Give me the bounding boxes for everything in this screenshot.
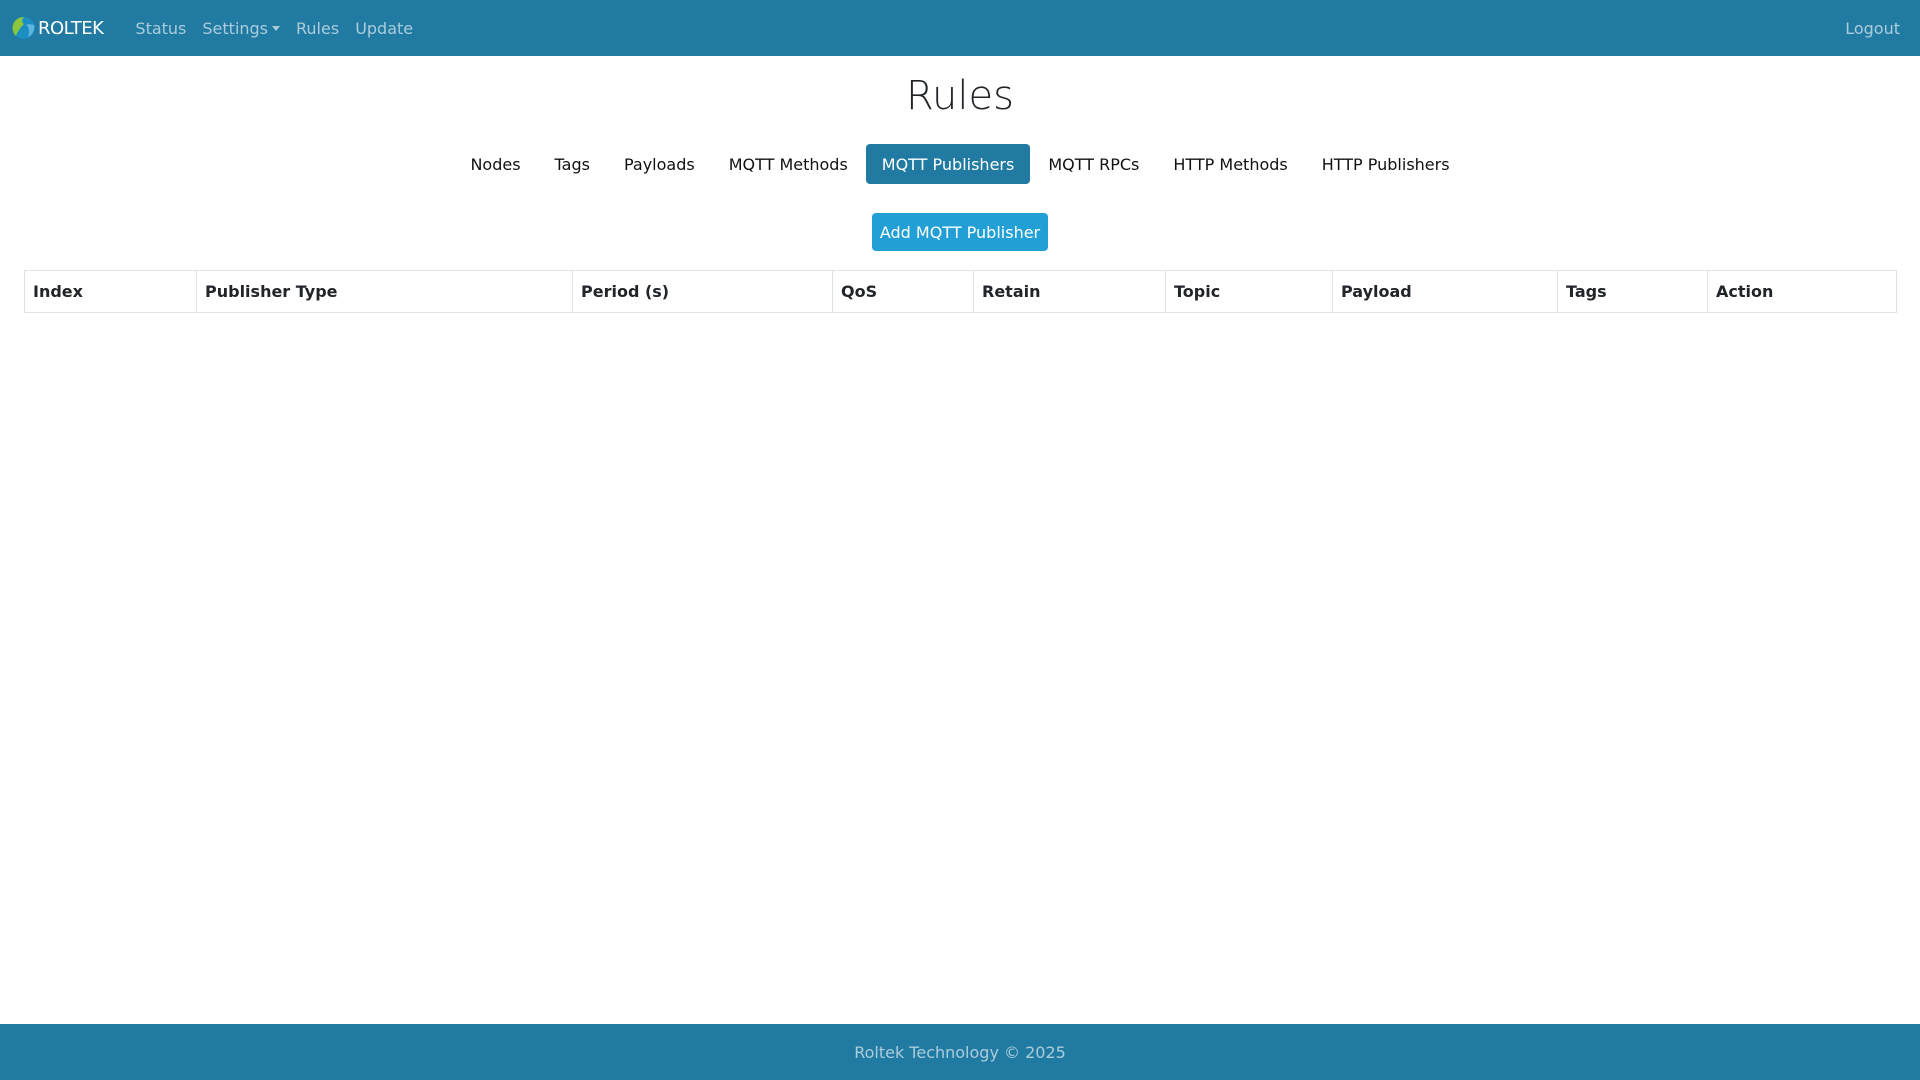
tab-mqtt-methods[interactable]: MQTT Methods <box>713 144 864 184</box>
page-footer: Roltek Technology © 2025 <box>0 1024 1920 1080</box>
column-header-index: Index <box>24 270 197 313</box>
footer-copyright: Roltek Technology © 2025 <box>854 1042 1066 1062</box>
publishers-table: Index Publisher Type Period (s) QoS Reta… <box>24 270 1897 313</box>
nav-update-link[interactable]: Update <box>347 19 421 38</box>
nav-status-link[interactable]: Status <box>127 19 194 38</box>
table-header-row: Index Publisher Type Period (s) QoS Reta… <box>24 270 1897 313</box>
tab-http-methods[interactable]: HTTP Methods <box>1157 144 1303 184</box>
column-header-retain: Retain <box>973 270 1166 313</box>
brand-link[interactable]: ROLTEK <box>12 16 104 40</box>
column-header-qos: QoS <box>832 270 974 313</box>
rules-tabs: Nodes Tags Payloads MQTT Methods MQTT Pu… <box>0 144 1920 184</box>
tab-payloads[interactable]: Payloads <box>608 144 711 184</box>
tab-mqtt-rpcs[interactable]: MQTT RPCs <box>1032 144 1155 184</box>
logout-link[interactable]: Logout <box>1837 19 1908 38</box>
column-header-payload: Payload <box>1332 270 1558 313</box>
top-navbar: ROLTEK Status Settings Rules Update Logo… <box>0 0 1920 56</box>
nav-settings-dropdown[interactable]: Settings <box>194 19 288 38</box>
caret-down-icon <box>272 25 281 31</box>
column-header-topic: Topic <box>1165 270 1333 313</box>
column-header-tags: Tags <box>1557 270 1708 313</box>
tab-tags[interactable]: Tags <box>539 144 606 184</box>
globe-logo-icon <box>12 16 35 39</box>
column-header-action: Action <box>1707 270 1897 313</box>
tab-nodes[interactable]: Nodes <box>454 144 536 184</box>
tab-mqtt-publishers[interactable]: MQTT Publishers <box>865 144 1031 184</box>
add-mqtt-publisher-button[interactable]: Add MQTT Publisher <box>872 213 1048 251</box>
page-title: Rules <box>906 73 1014 119</box>
tab-http-publishers[interactable]: HTTP Publishers <box>1306 144 1466 184</box>
column-header-period: Period (s) <box>572 270 833 313</box>
nav-settings-label: Settings <box>202 18 269 38</box>
column-header-publisher-type: Publisher Type <box>196 270 573 313</box>
nav-rules-link[interactable]: Rules <box>288 19 347 38</box>
publishers-table-container: Index Publisher Type Period (s) QoS Reta… <box>24 270 1897 313</box>
brand-name: ROLTEK <box>38 17 104 39</box>
